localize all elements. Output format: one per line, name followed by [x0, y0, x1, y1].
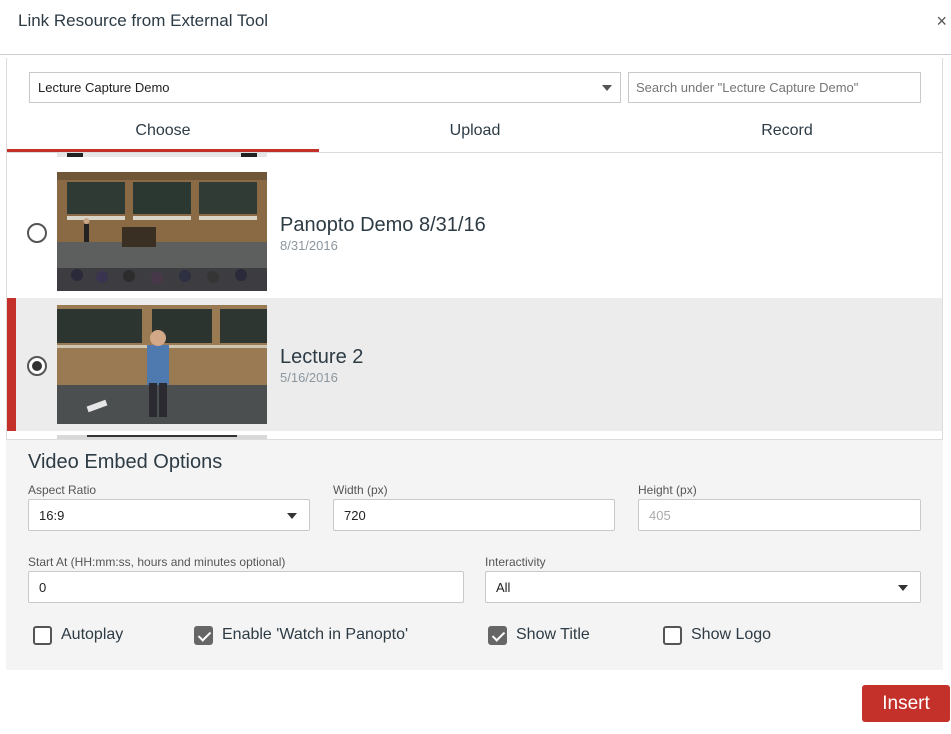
list-item-selected[interactable]: Lecture 2 5/16/2016 — [7, 298, 942, 431]
list-item[interactable]: Panopto Demo 8/31/16 8/31/2016 — [7, 165, 942, 298]
checkbox-label: Show Title — [516, 626, 590, 643]
video-date: 5/16/2016 — [280, 370, 338, 385]
insert-button[interactable]: Insert — [862, 685, 950, 722]
frame-header: Lecture Capture Demo Choose Upload Recor… — [6, 58, 943, 152]
tab-choose[interactable]: Choose — [7, 116, 319, 152]
aspect-ratio-select[interactable]: 16:9 — [28, 499, 310, 531]
close-icon[interactable]: × — [936, 12, 947, 30]
height-field: 405 — [638, 499, 921, 531]
height-value: 405 — [649, 508, 671, 523]
height-label: Height (px) — [638, 483, 697, 497]
aspect-ratio-value: 16:9 — [39, 508, 65, 523]
tab-upload[interactable]: Upload — [319, 116, 631, 152]
checkbox-label: Enable 'Watch in Panopto' — [222, 626, 409, 643]
tab-record[interactable]: Record — [631, 116, 943, 152]
width-label: Width (px) — [333, 483, 388, 497]
chevron-down-icon — [287, 513, 297, 519]
show-logo-checkbox[interactable]: Show Logo — [663, 624, 771, 646]
width-field[interactable]: 720 — [333, 499, 615, 531]
checkbox-box[interactable] — [33, 625, 52, 645]
chevron-down-icon — [898, 585, 908, 591]
tab-label: Upload — [449, 122, 501, 139]
interactivity-label: Interactivity — [485, 555, 546, 569]
video-title: Lecture 2 — [280, 346, 364, 368]
embed-options-heading: Video Embed Options — [28, 451, 223, 473]
video-thumbnail — [57, 172, 267, 291]
dialog-title: Link Resource from External Tool — [18, 11, 269, 30]
video-radio[interactable] — [27, 223, 47, 243]
folder-select-value: Lecture Capture Demo — [38, 80, 170, 95]
video-thumbnail — [57, 305, 267, 424]
video-radio[interactable] — [27, 356, 47, 376]
show-title-checkbox[interactable]: Show Title — [488, 624, 590, 646]
start-at-field[interactable]: 0 — [28, 571, 464, 603]
selection-indicator — [7, 298, 16, 431]
width-value: 720 — [344, 508, 366, 523]
autoplay-checkbox[interactable]: Autoplay — [33, 624, 123, 646]
watch-in-panopto-checkbox[interactable]: Enable 'Watch in Panopto' — [194, 624, 408, 646]
checkbox-box[interactable] — [663, 625, 682, 645]
search-input[interactable] — [628, 72, 921, 103]
checkmark-icon[interactable] — [194, 625, 213, 645]
title-divider — [0, 54, 951, 55]
tool-frame: Lecture Capture Demo Choose Upload Recor… — [6, 58, 943, 670]
video-title: Panopto Demo 8/31/16 — [280, 214, 486, 236]
tab-label: Choose — [135, 122, 191, 139]
previous-item-peek — [57, 153, 267, 157]
checkbox-label: Show Logo — [691, 626, 772, 643]
checkmark-icon[interactable] — [488, 625, 507, 645]
video-list[interactable]: Panopto Demo 8/31/16 8/31/2016 Lecture 2… — [6, 153, 943, 440]
next-item-peek — [57, 435, 267, 439]
start-at-value: 0 — [39, 580, 47, 595]
chevron-down-icon — [602, 85, 612, 91]
folder-select[interactable]: Lecture Capture Demo — [29, 72, 621, 103]
checkbox-label: Autoplay — [61, 626, 124, 643]
aspect-ratio-label: Aspect Ratio — [28, 483, 97, 497]
interactivity-select[interactable]: All — [485, 571, 921, 603]
video-date: 8/31/2016 — [280, 238, 338, 253]
start-at-label: Start At (HH:mm:ss, hours and minutes op… — [28, 555, 286, 569]
tab-label: Record — [761, 122, 813, 139]
interactivity-value: All — [496, 580, 511, 595]
